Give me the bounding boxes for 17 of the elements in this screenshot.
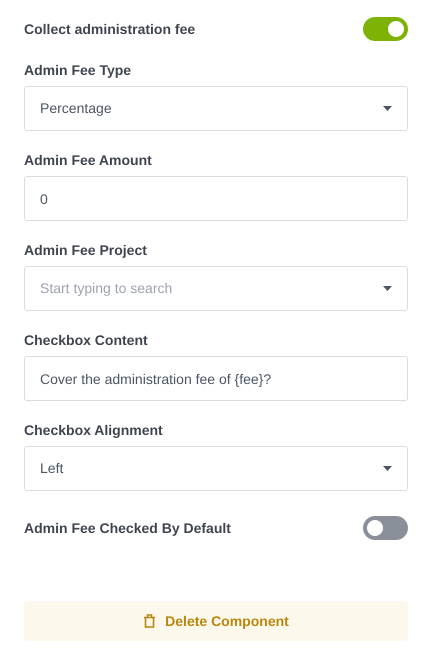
select-field[interactable]: Percentage bbox=[24, 86, 408, 131]
toggle-label: Collect administration fee bbox=[24, 20, 196, 38]
field-label: Checkbox Content bbox=[24, 331, 149, 350]
field-label: Admin Fee Type bbox=[24, 61, 132, 80]
toggle-label: Admin Fee Checked By Default bbox=[24, 518, 231, 538]
caret-icon bbox=[383, 466, 392, 471]
trash-icon bbox=[143, 614, 156, 628]
field-label: Checkbox Alignment bbox=[24, 421, 164, 440]
input-field[interactable]: 0 bbox=[24, 176, 408, 221]
select-field[interactable]: Left bbox=[24, 446, 408, 491]
field-label: Admin Fee Project bbox=[24, 241, 148, 260]
toggle-switch[interactable] bbox=[363, 17, 408, 41]
caret-icon bbox=[383, 286, 392, 291]
field-label: Admin Fee Amount bbox=[24, 151, 153, 170]
toggle-switch[interactable] bbox=[363, 516, 408, 540]
input-field[interactable]: Cover the administration fee of {fee}? bbox=[24, 356, 408, 401]
caret-icon bbox=[383, 106, 392, 111]
